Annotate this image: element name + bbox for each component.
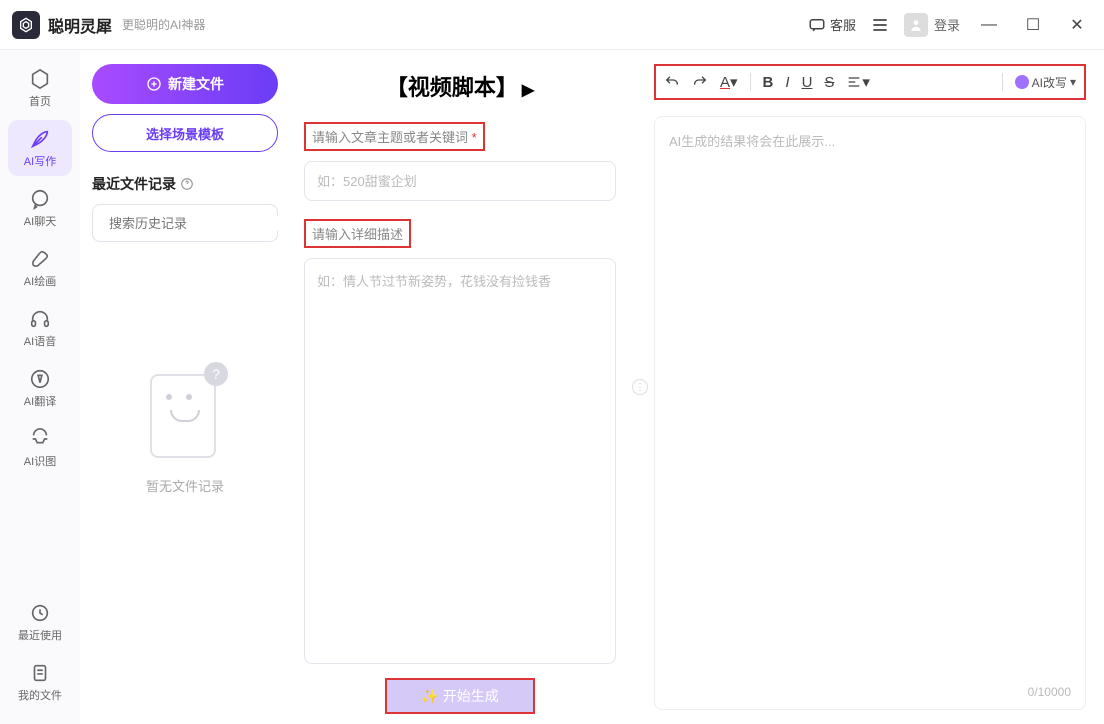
- sidebar-item-recent[interactable]: 最近使用: [8, 594, 72, 650]
- chat-icon: [808, 16, 826, 34]
- description-label: 请输入详细描述: [304, 219, 411, 248]
- generate-label: 开始生成: [443, 686, 499, 706]
- topic-label: 请输入文章主题或者关键词 *: [304, 122, 485, 151]
- sidebar-item-label: AI语音: [24, 333, 56, 349]
- new-file-label: 新建文件: [168, 74, 224, 94]
- redo-icon: [692, 74, 708, 90]
- ai-rewrite-button[interactable]: AI改写 ▾: [1015, 74, 1076, 91]
- search-history-input[interactable]: [109, 216, 285, 231]
- image-icon: [29, 428, 51, 450]
- description-textarea[interactable]: [304, 258, 616, 664]
- clock-icon: [29, 602, 51, 624]
- customer-service-label: 客服: [830, 15, 856, 34]
- italic-button[interactable]: I: [785, 74, 789, 91]
- sparkle-icon: ✨: [421, 688, 438, 705]
- home-icon: [29, 68, 51, 90]
- ai-rewrite-label: AI改写: [1032, 74, 1067, 91]
- help-icon[interactable]: [180, 177, 194, 191]
- main-area: 首页 AI写作 AI聊天 AI绘画 AI语音 AI翻译 AI识图 最: [0, 50, 1104, 724]
- customer-service-button[interactable]: 客服: [808, 15, 856, 34]
- handle-icon: ⋮: [632, 379, 648, 395]
- strike-button[interactable]: S: [824, 74, 834, 91]
- empty-label: 暂无文件记录: [146, 476, 224, 495]
- file-icon: [29, 662, 51, 684]
- sidebar-item-chat[interactable]: AI聊天: [8, 180, 72, 236]
- sidebar-item-voice[interactable]: AI语音: [8, 300, 72, 356]
- redo-button[interactable]: [692, 74, 708, 90]
- sidebar: 首页 AI写作 AI聊天 AI绘画 AI语音 AI翻译 AI识图 最: [0, 50, 80, 724]
- select-template-button[interactable]: 选择场景模板: [92, 114, 278, 152]
- feather-icon: [29, 128, 51, 150]
- output-area[interactable]: AI生成的结果将会在此展示... 0/10000: [654, 116, 1086, 710]
- new-file-button[interactable]: 新建文件: [92, 64, 278, 104]
- maximize-button[interactable]: ☐: [1018, 15, 1048, 35]
- sidebar-item-label: 最近使用: [18, 627, 62, 643]
- app-brand: 聪明灵犀: [48, 13, 112, 37]
- output-placeholder: AI生成的结果将会在此展示...: [669, 134, 835, 149]
- file-panel: 新建文件 选择场景模板 最近文件记录 ? 暂无文件记录: [80, 50, 290, 724]
- sidebar-item-translate[interactable]: AI翻译: [8, 360, 72, 416]
- undo-button[interactable]: [664, 74, 680, 90]
- sidebar-item-writing[interactable]: AI写作: [8, 120, 72, 176]
- sidebar-item-label: AI翻译: [24, 393, 56, 409]
- sidebar-item-label: 首页: [29, 93, 51, 109]
- sidebar-item-files[interactable]: 我的文件: [8, 654, 72, 710]
- sidebar-item-vision[interactable]: AI识图: [8, 420, 72, 476]
- empty-state: ? 暂无文件记录: [92, 362, 278, 495]
- font-color-button[interactable]: A▾: [720, 73, 738, 91]
- sidebar-item-label: AI聊天: [24, 213, 56, 229]
- sidebar-item-paint[interactable]: AI绘画: [8, 240, 72, 296]
- sidebar-item-label: AI绘画: [24, 273, 56, 289]
- recent-files-heading: 最近文件记录: [92, 174, 278, 194]
- chat-bubble-icon: [29, 188, 51, 210]
- sidebar-item-home[interactable]: 首页: [8, 60, 72, 116]
- close-button[interactable]: ✕: [1062, 15, 1092, 35]
- headphone-icon: [29, 308, 51, 330]
- brush-icon: [29, 248, 51, 270]
- translate-icon: [29, 368, 51, 390]
- menu-icon[interactable]: [870, 15, 890, 35]
- page-title[interactable]: 【视频脚本】▶: [304, 70, 616, 102]
- undo-icon: [664, 74, 680, 90]
- login-label: 登录: [934, 15, 960, 34]
- input-panel: 【视频脚本】▶ 请输入文章主题或者关键词 * 请输入详细描述 ✨ 开始生成: [290, 50, 630, 724]
- app-logo-icon: [12, 11, 40, 39]
- editor-toolbar: A▾ B I U S ▾ AI改写 ▾: [654, 64, 1086, 100]
- empty-illustration-icon: ?: [140, 362, 230, 462]
- sidebar-item-label: AI写作: [24, 153, 56, 169]
- char-counter: 0/10000: [1028, 685, 1071, 699]
- titlebar: 聪明灵犀 更聪明的AI神器 客服 登录 — ☐ ✕: [0, 0, 1104, 50]
- minimize-button[interactable]: —: [974, 16, 1004, 34]
- underline-button[interactable]: U: [802, 74, 813, 91]
- sidebar-item-label: AI识图: [24, 453, 56, 469]
- sidebar-item-label: 我的文件: [18, 687, 62, 703]
- bold-button[interactable]: B: [763, 74, 774, 91]
- plus-circle-icon: [146, 76, 162, 92]
- topic-input[interactable]: [304, 161, 616, 201]
- resize-handle[interactable]: ⋮: [630, 50, 650, 724]
- align-icon: [846, 74, 862, 90]
- output-panel: A▾ B I U S ▾ AI改写 ▾ AI生成的结果将会在此展示... 0/1…: [650, 50, 1104, 724]
- search-history-box[interactable]: [92, 204, 278, 242]
- ai-dot-icon: [1015, 75, 1029, 89]
- generate-button[interactable]: ✨ 开始生成: [385, 678, 535, 714]
- login-button[interactable]: 登录: [904, 13, 960, 37]
- avatar-icon: [904, 13, 928, 37]
- dropdown-triangle-icon: ▶: [522, 82, 534, 99]
- app-subtitle: 更聪明的AI神器: [122, 16, 205, 33]
- align-button[interactable]: ▾: [846, 73, 870, 91]
